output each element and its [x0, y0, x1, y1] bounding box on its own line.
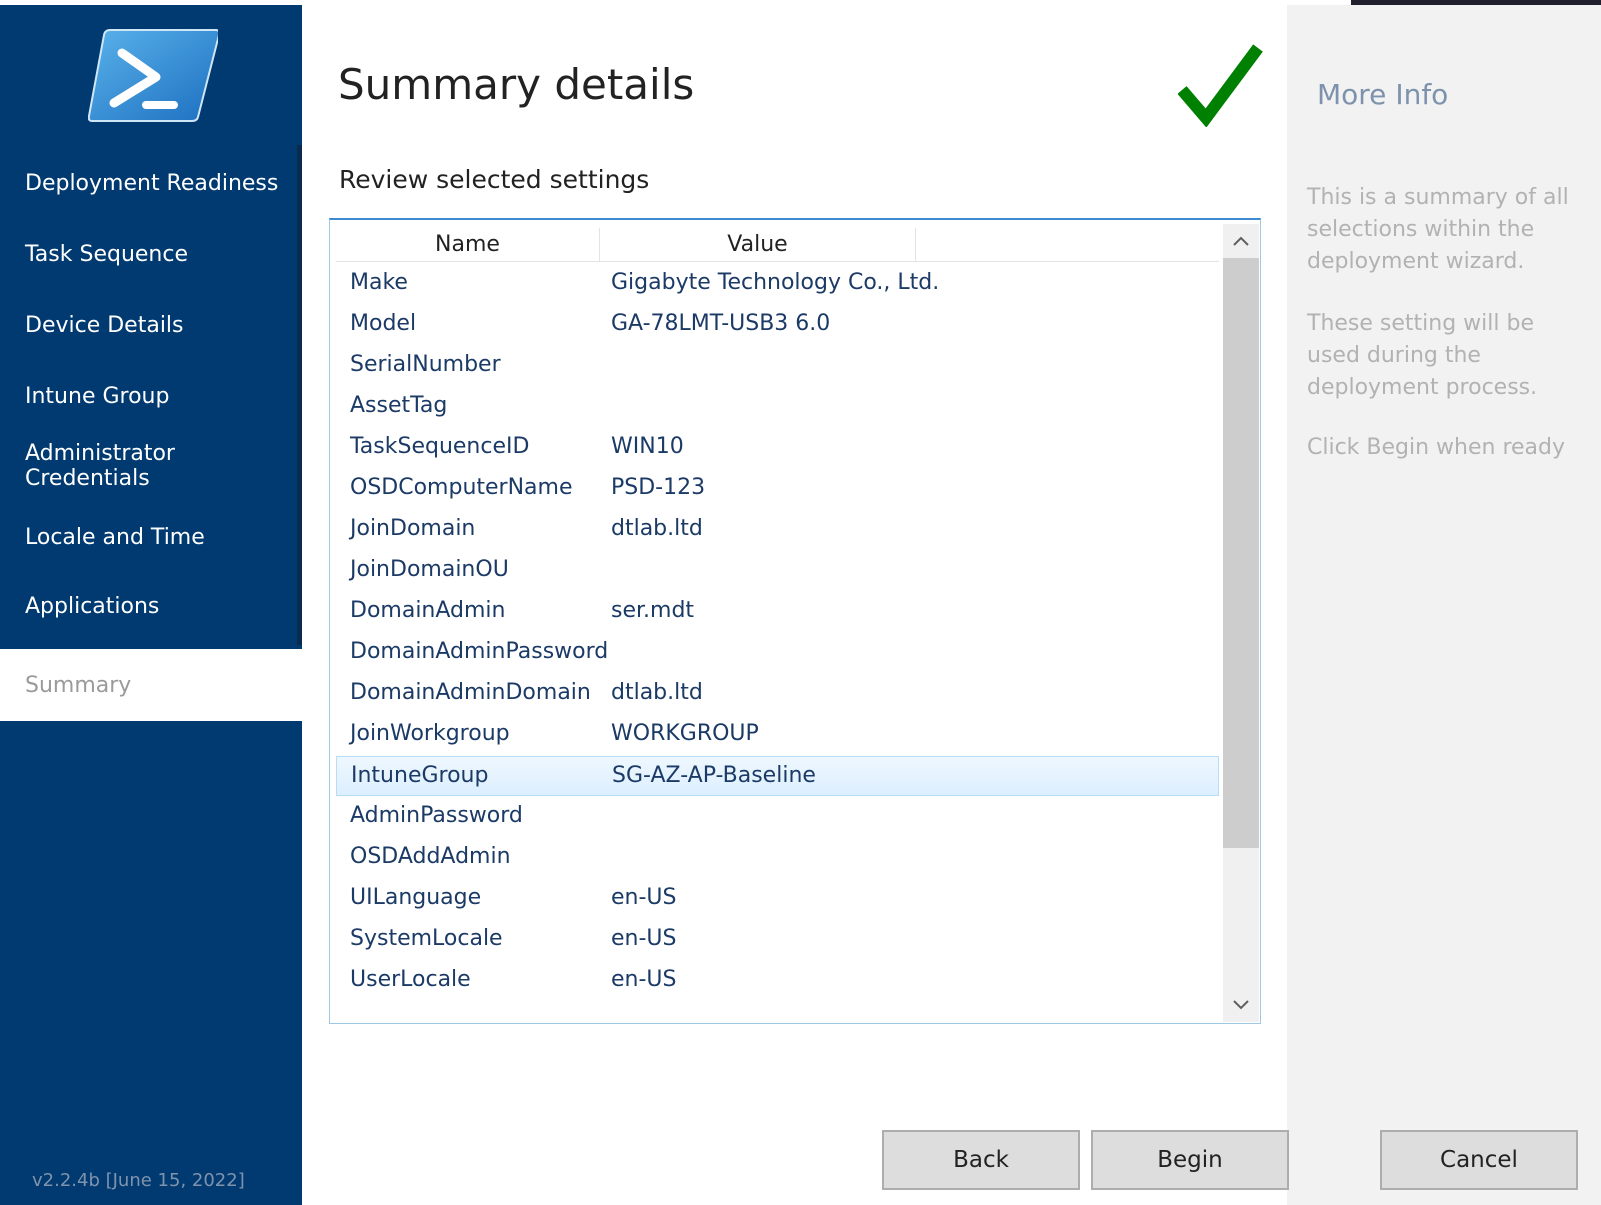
sidebar-item-summary[interactable]: Summary [0, 649, 302, 721]
cell-value: ser.mdt [611, 598, 695, 623]
cell-value: dtlab.ltd [611, 516, 703, 541]
powershell-logo-icon [88, 29, 218, 122]
table-row-selected[interactable]: IntuneGroup SG-AZ-AP-Baseline [336, 756, 1219, 796]
table-row[interactable]: AdminPassword [336, 797, 1219, 837]
chevron-up-icon[interactable] [1223, 224, 1259, 258]
cell-name: DomainAdmin [350, 598, 506, 623]
cell-value: dtlab.ltd [611, 680, 703, 705]
sidebar-item-label: Locale and Time [25, 524, 205, 550]
table-row[interactable]: JoinWorkgroup WORKGROUP [336, 715, 1219, 755]
info-paragraph: This is a summary of all selections with… [1307, 185, 1569, 274]
cell-value: WORKGROUP [611, 721, 759, 746]
cell-name: Make [350, 270, 408, 295]
cell-value: GA-78LMT-USB3 6.0 [611, 311, 831, 336]
table-row[interactable]: UserLocale en-US [336, 961, 1219, 1001]
table-row[interactable]: Make Gigabyte Technology Co., Ltd. [336, 264, 1219, 304]
column-header-name[interactable]: Name [336, 228, 600, 261]
settings-grid[interactable]: Name Value Make Gigabyte Technology Co., … [329, 218, 1261, 1024]
cell-name: DomainAdminPassword [350, 639, 609, 664]
cell-name: UserLocale [350, 967, 471, 992]
cancel-button[interactable]: Cancel [1380, 1130, 1578, 1190]
cell-value: Gigabyte Technology Co., Ltd. [611, 270, 940, 295]
grid-header: Name Value [336, 228, 1219, 262]
cell-name: JoinDomain [350, 516, 476, 541]
cell-name: UILanguage [350, 885, 482, 910]
cell-name: AdminPassword [350, 803, 523, 828]
sidebar-item-task-sequence[interactable]: Task Sequence [0, 218, 302, 290]
cell-name: SystemLocale [350, 926, 503, 951]
table-row[interactable]: DomainAdminDomain dtlab.ltd [336, 674, 1219, 714]
table-row[interactable]: AssetTag [336, 387, 1219, 427]
sidebar-item-administrator-credentials[interactable]: Administrator Credentials [0, 430, 302, 502]
version-label: v2.2.4b [June 15, 2022] [32, 1170, 245, 1191]
cell-name: OSDAddAdmin [350, 844, 511, 869]
checkmark-icon [1178, 44, 1263, 127]
table-row[interactable]: JoinDomainOU [336, 551, 1219, 591]
section-subtitle: Review selected settings [339, 165, 650, 194]
sidebar-item-locale-and-time[interactable]: Locale and Time [0, 501, 302, 573]
sidebar-item-label: Summary [25, 672, 132, 698]
sidebar-item-label: Deployment Readiness [25, 170, 279, 196]
table-row[interactable]: OSDComputerName PSD-123 [336, 469, 1219, 509]
cell-name: SerialNumber [350, 352, 501, 377]
table-row[interactable]: TaskSequenceID WIN10 [336, 428, 1219, 468]
sidebar-item-label: Intune Group [25, 383, 170, 409]
cell-value: SG-AZ-AP-Baseline [612, 763, 816, 788]
sidebar-item-deployment-readiness[interactable]: Deployment Readiness [0, 147, 302, 219]
table-row[interactable]: Model GA-78LMT-USB3 6.0 [336, 305, 1219, 345]
sidebar-item-label: Applications [25, 593, 160, 619]
table-row[interactable]: OSDAddAdmin [336, 838, 1219, 878]
cell-name: TaskSequenceID [350, 434, 530, 459]
cell-name: JoinWorkgroup [350, 721, 510, 746]
cell-name: IntuneGroup [351, 763, 489, 788]
chevron-down-icon[interactable] [1223, 988, 1259, 1022]
sidebar-item-label: Administrator Credentials [25, 441, 175, 491]
table-row[interactable]: DomainAdmin ser.mdt [336, 592, 1219, 632]
table-row[interactable]: UILanguage en-US [336, 879, 1219, 919]
info-paragraph: Click Begin when ready [1307, 435, 1566, 460]
cell-value: en-US [611, 926, 677, 951]
vertical-scrollbar[interactable] [1223, 224, 1259, 1022]
sidebar-item-label: Task Sequence [25, 241, 188, 267]
sidebar-item-intune-group[interactable]: Intune Group [0, 360, 302, 432]
column-header-value[interactable]: Value [600, 228, 916, 261]
info-paragraph: These setting will be used during the de… [1307, 311, 1538, 400]
table-row[interactable]: JoinDomain dtlab.ltd [336, 510, 1219, 550]
more-info-title: More Info [1317, 78, 1449, 111]
sidebar-item-device-details[interactable]: Device Details [0, 289, 302, 361]
page-title: Summary details [338, 60, 695, 109]
cell-value: WIN10 [611, 434, 684, 459]
scrollbar-thumb[interactable] [1223, 258, 1259, 848]
cell-value: en-US [611, 885, 677, 910]
table-row[interactable]: SystemLocale en-US [336, 920, 1219, 960]
cell-name: DomainAdminDomain [350, 680, 591, 705]
cell-name: OSDComputerName [350, 475, 573, 500]
table-row[interactable]: SerialNumber [336, 346, 1219, 386]
cell-name: JoinDomainOU [350, 557, 509, 582]
cell-value: PSD-123 [611, 475, 706, 500]
cell-name: Model [350, 311, 417, 336]
cell-value: en-US [611, 967, 677, 992]
cell-name: AssetTag [350, 393, 448, 418]
begin-button[interactable]: Begin [1091, 1130, 1289, 1190]
table-row[interactable]: DomainAdminPassword [336, 633, 1219, 673]
wizard-window: Deployment Readiness Task Sequence Devic… [0, 0, 1601, 1205]
sidebar-item-label: Device Details [25, 312, 184, 338]
back-button[interactable]: Back [882, 1130, 1080, 1190]
sidebar-item-applications[interactable]: Applications [0, 570, 302, 642]
